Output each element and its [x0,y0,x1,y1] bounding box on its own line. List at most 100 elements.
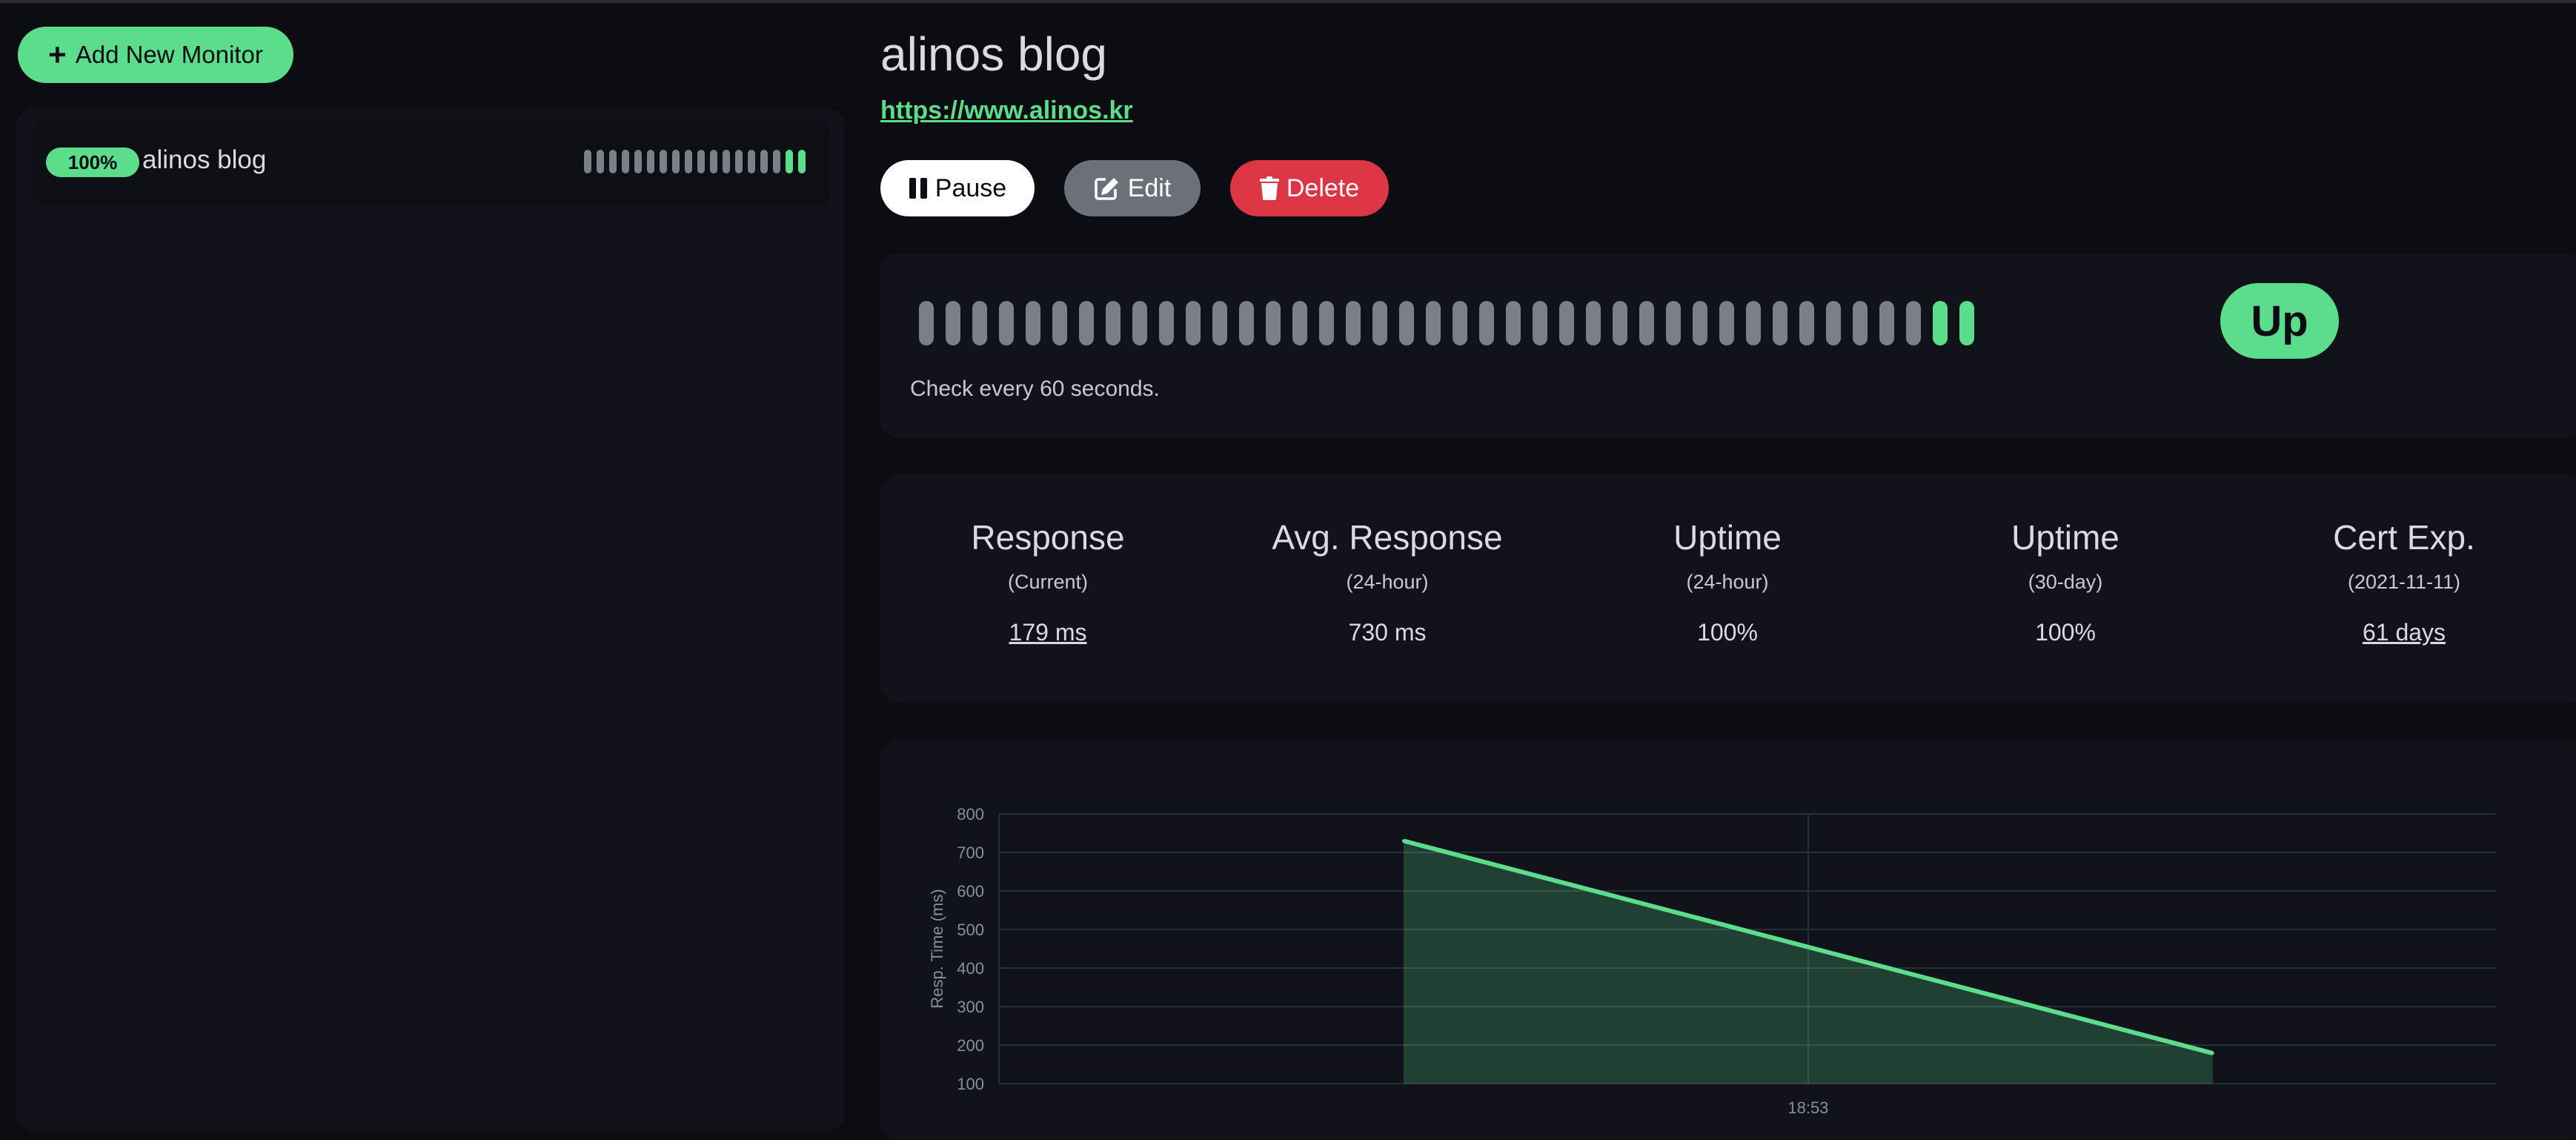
heartbeat-down [1266,301,1281,345]
y-axis-label: Resp. Time (ms) [928,889,946,1008]
stat-subtitle: (30-day) [2028,571,2103,593]
heartbeat-down [1399,301,1414,345]
heartbeat-down [1319,301,1334,345]
heartbeat-down [1799,301,1814,345]
heartbeat-down [1346,301,1361,345]
stat-uptime-24h: Uptime (24-hour) 100% [1572,517,1883,646]
heartbeat-down [1479,301,1494,345]
heartbeat-down [946,301,960,345]
monitor-list-panel [16,108,845,1131]
edit-icon [1094,178,1118,200]
heartbeat-bar [919,301,1974,345]
heartbeat-down [1533,301,1547,345]
check-interval-text: Check every 60 seconds. [910,377,1160,401]
plus-icon: + [48,37,67,72]
heartbeat-down [1693,301,1707,345]
status-badge: Up [2220,283,2339,359]
heartbeat-card: Check every 60 seconds. Up [880,253,2576,437]
y-tick-label: 800 [957,805,984,823]
heartbeat-down [622,150,629,173]
y-tick-label: 500 [957,921,984,939]
heartbeat-down [1746,301,1761,345]
heartbeat-down [1773,301,1787,345]
y-tick-label: 300 [957,998,984,1016]
heartbeat-down [1906,301,1921,345]
heartbeat-down [1719,301,1734,345]
monitor-url-link[interactable]: https://www.alinos.kr [880,96,1133,125]
heartbeat-down [1212,301,1227,345]
pause-button[interactable]: Pause [880,160,1035,216]
heartbeat-down [672,150,680,173]
trash-icon [1259,176,1279,200]
stat-value: 730 ms [1348,619,1427,646]
heartbeat-down [773,150,780,173]
heartbeat-down [1853,301,1868,345]
heartbeat-down [697,150,705,173]
stat-title: Uptime [2011,518,2119,557]
stat-response: Response (Current) 179 ms [892,517,1204,646]
y-tick-label: 600 [957,882,984,901]
stat-title: Response [971,518,1125,557]
stat-value: 100% [2035,619,2096,646]
y-tick-label: 700 [957,844,984,862]
heartbeat-up [1933,301,1948,345]
stat-value-link[interactable]: 179 ms [892,619,1204,646]
heartbeat-down [1639,301,1654,345]
heartbeat-down [647,150,654,173]
pause-icon [909,178,927,199]
add-new-monitor-label: Add New Monitor [75,41,263,68]
heartbeat-down [1026,301,1040,345]
heartbeat-down [1426,301,1441,345]
heartbeat-down [1506,301,1521,345]
heartbeat-down [634,150,642,173]
heartbeat-down [685,150,692,173]
heartbeat-down [1453,301,1467,345]
page-title: alinos blog [880,27,1107,81]
heartbeat-down [723,150,730,173]
response-time-chart-card: 100 200 300 400 500 600 700 800 18:53 Resp. Time … [880,740,2576,1140]
stat-value-link[interactable]: 61 days [2248,619,2560,646]
y-tick-label: 400 [957,959,984,978]
stat-subtitle: (Current) [1007,571,1088,593]
pause-label: Pause [935,173,1007,202]
stat-avg-response: Avg. Response (24-hour) 730 ms [1232,517,1543,646]
monitor-name: alinos blog [142,145,267,174]
y-tick-label: 200 [957,1036,984,1055]
stat-subtitle: (24-hour) [1686,571,1769,593]
heartbeat-down [735,150,743,173]
heartbeat-down [1559,301,1574,345]
top-border [0,0,2576,3]
stat-uptime-30d: Uptime (30-day) 100% [1910,517,2221,646]
y-tick-label: 100 [957,1075,984,1093]
heartbeat-down [660,150,667,173]
heartbeat-down [1292,301,1307,345]
heartbeat-down [1879,301,1894,345]
heartbeat-down [584,150,591,173]
heartbeat-down [710,150,717,173]
heartbeat-down [1132,301,1147,345]
heartbeat-up [786,150,793,173]
stat-subtitle: (24-hour) [1346,571,1429,593]
stat-value: 100% [1697,619,1758,646]
delete-button[interactable]: Delete [1230,160,1389,216]
stat-subtitle: (2021-11-11) [2347,571,2461,593]
heartbeat-down [1052,301,1067,345]
add-new-monitor-button[interactable]: + Add New Monitor [18,27,293,83]
heartbeat-down [1666,301,1681,345]
delete-label: Delete [1286,173,1360,202]
edit-label: Edit [1127,173,1172,202]
response-time-chart: 100 200 300 400 500 600 700 800 18:53 Resp. Time … [928,805,2496,1117]
heartbeat-down [1079,301,1094,345]
heartbeat-up [1959,301,1974,345]
heartbeat-down [919,301,934,345]
uptime-badge: 100% [46,148,139,177]
heartbeat-up [798,150,806,173]
monitor-list-item[interactable]: 100% alinos blog [33,120,830,205]
edit-button[interactable]: Edit [1064,160,1201,216]
heartbeat-down [748,150,755,173]
stat-title: Uptime [1673,518,1782,557]
data-point [2211,1051,2214,1055]
stats-card: Response (Current) 179 ms Avg. Response … [880,474,2576,703]
x-tick-label: 18:53 [1787,1098,1828,1117]
heartbeat-down [1106,301,1121,345]
